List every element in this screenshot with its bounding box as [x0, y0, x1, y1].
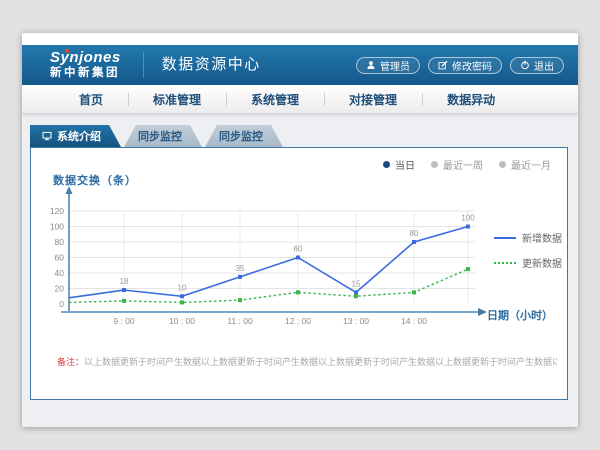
- y-tick-label: 120: [50, 206, 64, 216]
- filter-0[interactable]: 当日: [383, 157, 415, 172]
- nav-item-4[interactable]: 数据异动: [422, 85, 520, 113]
- footnote: 备注：以上数据更新于时间产生数据以上数据更新于时间产生数据以上数据更新于时间产生…: [57, 355, 557, 368]
- header-actions: 管理员 修改密码 退出: [356, 57, 564, 74]
- data-point: [122, 299, 126, 303]
- nav-item-1[interactable]: 标准管理: [128, 85, 226, 113]
- filter-2[interactable]: 最近一月: [499, 157, 551, 172]
- header-action-change-password[interactable]: 修改密码: [428, 57, 502, 74]
- filter-label: 当日: [395, 157, 415, 172]
- radio-dot-icon: [431, 161, 438, 168]
- x-tick-label: 9 : 00: [113, 316, 135, 326]
- y-tick-label: 80: [55, 237, 65, 247]
- filter-label: 最近一月: [511, 157, 551, 172]
- nav-item-3[interactable]: 对接管理: [324, 85, 422, 113]
- data-point: [412, 240, 416, 244]
- chart-legend: 新增数据更新数据: [494, 230, 562, 280]
- data-point: [412, 290, 416, 294]
- footnote-label: 备注：: [57, 357, 84, 367]
- y-tick-label: 20: [55, 284, 65, 294]
- legend-label: 更新数据: [522, 255, 562, 270]
- legend-label: 新增数据: [522, 230, 562, 245]
- tab-label: 系统介绍: [57, 128, 101, 144]
- x-tick-label: 10 : 00: [169, 316, 195, 326]
- x-tick-label: 13 : 00: [343, 316, 369, 326]
- data-point: [296, 256, 300, 260]
- legend-item-1: 更新数据: [494, 255, 562, 270]
- page-top-strip: [22, 33, 578, 45]
- header-action-label: 退出: [534, 58, 554, 73]
- company-logo[interactable]: Synjones 新中新集团: [50, 50, 121, 79]
- series-line-0: [69, 227, 468, 298]
- data-point: [238, 298, 242, 302]
- data-point: [296, 290, 300, 294]
- legend-line-swatch: [494, 262, 516, 264]
- user-icon: [366, 60, 376, 70]
- data-point-label: 60: [294, 245, 303, 254]
- y-axis-arrow-icon: [66, 186, 73, 194]
- data-point: [466, 267, 470, 271]
- content-area: 系统介绍同步监控同步监控 当日最近一周最近一月 数据交换（条） 02040608…: [22, 113, 578, 427]
- range-filters: 当日 最近一周 最近一月: [383, 157, 551, 172]
- data-point-label: 100: [461, 214, 475, 223]
- logo-text-en: Synjones: [50, 50, 121, 67]
- data-point-label: 35: [236, 264, 245, 273]
- header-action-label: 管理员: [380, 58, 410, 73]
- nav-item-0[interactable]: 首页: [54, 85, 128, 113]
- filter-label: 最近一周: [443, 157, 483, 172]
- edit-icon: [438, 60, 448, 70]
- data-point: [122, 288, 126, 292]
- power-icon: [520, 60, 530, 70]
- data-point: [180, 300, 184, 304]
- data-point: [238, 275, 242, 279]
- line-chart: 0 20 40 60 80 100 120 9 : 00 10 : 00 11 : 00 12 : …: [43, 184, 513, 336]
- radio-dot-icon: [499, 161, 506, 168]
- logo-text-cn: 新中新集团: [50, 67, 121, 80]
- x-tick-label: 14 : 00: [401, 316, 427, 326]
- data-point-label: 10: [178, 283, 187, 292]
- x-axis-title: 日期（小时）: [487, 307, 553, 323]
- main-nav: 首页标准管理系统管理对接管理数据异动: [22, 85, 578, 113]
- x-tick-label: 11 : 00: [227, 316, 253, 326]
- header-action-label: 修改密码: [452, 58, 492, 73]
- data-point-label: 80: [410, 229, 419, 238]
- radio-dot-icon: [383, 161, 390, 168]
- chart-panel: 当日最近一周最近一月 数据交换（条） 0204060801001209 : 00…: [30, 147, 568, 400]
- series-line-1: [69, 269, 468, 302]
- filter-1[interactable]: 最近一周: [431, 157, 483, 172]
- data-point: [466, 225, 470, 229]
- data-point: [354, 294, 358, 298]
- y-tick-label: 40: [55, 268, 65, 278]
- data-point-label: 15: [352, 279, 361, 288]
- header-bar: Synjones 新中新集团 数据资源中心 管理员 修改密码 退出: [22, 45, 578, 85]
- y-tick-label: 100: [50, 222, 64, 232]
- tab-2[interactable]: 同步监控: [205, 125, 283, 147]
- tab-0[interactable]: 系统介绍: [30, 125, 121, 147]
- tab-label: 同步监控: [138, 128, 182, 144]
- tab-label: 同步监控: [219, 128, 263, 144]
- tab-1[interactable]: 同步监控: [124, 125, 202, 147]
- page: Synjones 新中新集团 数据资源中心 管理员修改密码退出 首页标准管理系统…: [22, 33, 578, 427]
- y-tick-label: 0: [59, 299, 64, 309]
- x-axis-arrow-icon: [478, 308, 487, 316]
- page-title: 数据资源中心: [143, 52, 261, 78]
- legend-item-0: 新增数据: [494, 230, 562, 245]
- footnote-text: 以上数据更新于时间产生数据以上数据更新于时间产生数据以上数据更新于时间产生数据以…: [84, 357, 557, 367]
- data-point: [354, 290, 358, 294]
- monitor-icon: [42, 131, 52, 141]
- x-tick-label: 12 : 00: [285, 316, 311, 326]
- header-action-admin[interactable]: 管理员: [356, 57, 420, 74]
- y-tick-label: 60: [55, 253, 65, 263]
- legend-line-swatch: [494, 237, 516, 239]
- data-point-label: 18: [120, 277, 129, 286]
- header-action-logout[interactable]: 退出: [510, 57, 564, 74]
- tab-bar: 系统介绍 同步监控 同步监控: [30, 125, 283, 147]
- data-point: [180, 294, 184, 298]
- nav-item-2[interactable]: 系统管理: [226, 85, 324, 113]
